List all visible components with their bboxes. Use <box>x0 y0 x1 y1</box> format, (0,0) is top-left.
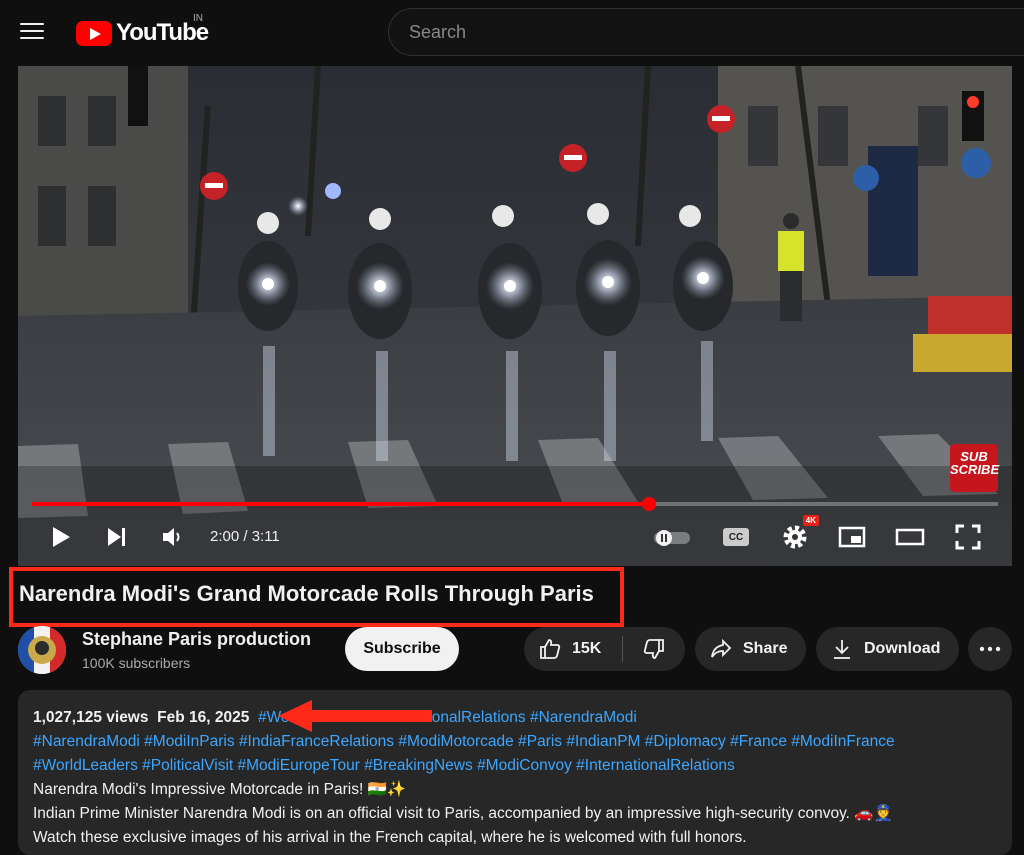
hashtag[interactable]: #ModiConvoy <box>477 757 572 774</box>
download-icon <box>834 640 850 659</box>
channel-name[interactable]: Stephane Paris production <box>82 629 311 650</box>
annotation-arrow-icon <box>278 700 432 732</box>
hashtag[interactable]: #NarendraModi <box>33 733 140 750</box>
more-actions-button[interactable] <box>968 627 1012 671</box>
like-dislike-group: 15K <box>524 627 685 671</box>
theater-mode-icon <box>895 528 925 546</box>
channel-avatar-image <box>18 626 66 674</box>
play-button[interactable] <box>46 522 76 552</box>
video-title: Narendra Modi's Grand Motorcade Rolls Th… <box>19 581 594 606</box>
hashtag[interactable]: #ModiEuropeTour <box>238 757 360 774</box>
hashtag[interactable]: #WorldLeaders <box>33 757 138 774</box>
video-player[interactable]: SUB SCRIBE 2:00 / 3:11 CC 4K <box>18 66 1012 566</box>
hashtag[interactable]: #ModiInFrance <box>791 733 894 750</box>
time-display: 2:00 / 3:11 <box>210 528 280 545</box>
hashtag[interactable]: #Diplomacy <box>645 733 726 750</box>
hashtag[interactable]: #BreakingNews <box>364 757 473 774</box>
volume-icon <box>163 528 180 546</box>
channel-avatar[interactable] <box>18 626 66 674</box>
hashtag-line: #NarendraModi #ModiInParis #IndiaFranceR… <box>33 730 997 754</box>
hashtag[interactable]: #NarendraModi <box>530 709 637 726</box>
share-button[interactable]: Share <box>695 627 806 671</box>
theater-mode-button[interactable] <box>894 522 926 552</box>
progress-bar[interactable] <box>32 497 998 511</box>
captions-label: CC <box>728 531 744 543</box>
dislike-button[interactable] <box>623 627 685 671</box>
description-box[interactable]: 1,027,125 views Feb 16, 2025 #WorldLeade… <box>18 690 1012 855</box>
subscribe-watermark-button[interactable]: SUB SCRIBE <box>950 444 1000 492</box>
quality-badge: 4K <box>802 515 819 526</box>
description-text: Watch these exclusive images of his arri… <box>33 829 747 846</box>
play-icon <box>53 527 70 547</box>
share-label: Share <box>743 640 788 657</box>
fullscreen-button[interactable] <box>952 522 984 552</box>
hashtag[interactable]: #InternationalRelations <box>576 757 735 774</box>
gear-icon <box>783 525 807 549</box>
download-button[interactable]: Download <box>816 627 959 671</box>
search-box <box>388 8 1024 56</box>
autoplay-toggle-icon <box>654 530 690 546</box>
hashtag[interactable]: #IndianPM <box>566 733 640 750</box>
captions-button[interactable]: CC <box>720 522 752 552</box>
next-button[interactable] <box>102 522 132 552</box>
settings-button[interactable]: 4K <box>780 515 819 552</box>
top-bar: YouTube IN <box>0 0 1024 64</box>
subscribe-watermark-label: SUB SCRIBE <box>950 449 1000 477</box>
more-horizontal-icon <box>979 646 1001 652</box>
share-icon <box>711 638 732 658</box>
youtube-play-logo-icon <box>76 20 112 46</box>
autoplay-toggle[interactable] <box>652 522 692 552</box>
like-button[interactable]: 15K <box>524 627 622 671</box>
hashtag[interactable]: #France <box>730 733 787 750</box>
hashtag-line: #WorldLeaders #PoliticalVisit #ModiEurop… <box>33 754 997 778</box>
hashtag[interactable]: #PoliticalVisit <box>142 757 233 774</box>
view-count: 1,027,125 views <box>33 709 149 726</box>
description-meta-line: 1,027,125 views Feb 16, 2025 #WorldLeade… <box>33 706 997 730</box>
youtube-logo[interactable]: YouTube IN <box>76 13 209 48</box>
hashtag[interactable]: #Paris <box>518 733 562 750</box>
miniplayer-button[interactable] <box>836 522 868 552</box>
video-frame <box>18 66 1012 566</box>
progress-played <box>32 502 650 506</box>
mute-button[interactable] <box>158 522 188 552</box>
hashtag[interactable]: #ModiInParis <box>144 733 234 750</box>
skip-next-icon <box>108 528 125 546</box>
fullscreen-icon <box>955 524 981 550</box>
hamburger-menu-icon[interactable] <box>16 18 48 46</box>
thumbs-down-icon <box>643 639 664 659</box>
like-count: 15K <box>572 640 602 657</box>
description-text: Indian Prime Minister Narendra Modi is o… <box>33 805 893 822</box>
subscribe-button[interactable]: Subscribe <box>345 627 459 671</box>
thumbs-up-icon <box>540 639 561 659</box>
description-text: Narendra Modi's Impressive Motorcade in … <box>33 781 407 798</box>
download-label: Download <box>864 640 941 657</box>
upload-date: Feb 16, 2025 <box>157 709 250 726</box>
region-code: IN <box>193 13 203 24</box>
search-input[interactable] <box>389 9 1024 55</box>
miniplayer-icon <box>838 526 866 548</box>
subscriber-count: 100K subscribers <box>82 655 191 671</box>
